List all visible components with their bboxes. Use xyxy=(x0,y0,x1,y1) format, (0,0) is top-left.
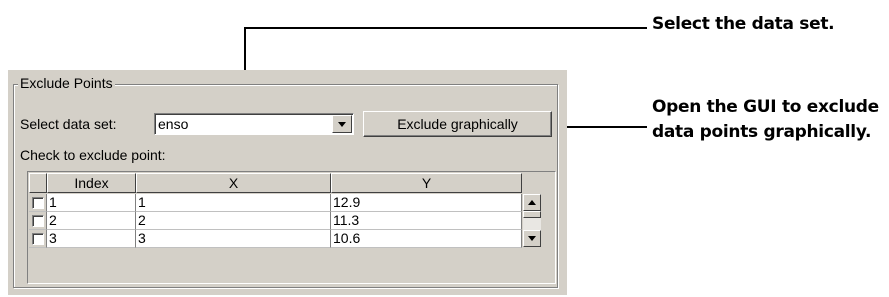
header-index[interactable]: Index xyxy=(47,173,136,193)
header-checkbox-column xyxy=(29,173,47,193)
cell-index[interactable]: 2 xyxy=(47,212,136,230)
chevron-down-icon xyxy=(338,122,346,127)
row-checkbox-cell xyxy=(29,230,47,248)
cell-y[interactable]: 11.3 xyxy=(331,212,522,230)
dataset-select-value: enso xyxy=(158,116,189,132)
row-checkbox-cell xyxy=(29,194,47,212)
exclude-checkbox[interactable] xyxy=(32,233,44,245)
table-vertical-scrollbar[interactable] xyxy=(523,194,541,247)
callout-line-horizontal-top xyxy=(244,27,647,29)
exclude-graphically-button[interactable]: Exclude graphically xyxy=(363,111,552,137)
cell-x[interactable]: 3 xyxy=(136,230,331,248)
arrow-up-icon xyxy=(528,200,536,205)
cell-index[interactable]: 3 xyxy=(47,230,136,248)
scroll-down-button[interactable] xyxy=(523,230,541,247)
callout-select-dataset: Select the data set. xyxy=(652,14,835,34)
exclude-checkbox[interactable] xyxy=(32,215,44,227)
arrow-down-icon xyxy=(528,236,536,241)
table-row: 3 3 10.6 xyxy=(29,230,522,248)
cell-y[interactable]: 12.9 xyxy=(331,194,522,212)
table-row: 2 2 11.3 xyxy=(29,212,522,230)
scroll-up-button[interactable] xyxy=(523,194,541,211)
exclude-checkbox[interactable] xyxy=(32,197,44,209)
exclude-points-table: Index X Y 1 1 12.9 2 2 11.3 3 3 10.6 xyxy=(27,171,556,284)
row-checkbox-cell xyxy=(29,212,47,230)
callout-line-horizontal-button xyxy=(554,126,647,128)
exclude-points-panel: Exclude Points Select data set: enso Exc… xyxy=(8,70,567,295)
cell-y[interactable]: 10.6 xyxy=(331,230,522,248)
cell-x[interactable]: 1 xyxy=(136,194,331,212)
cell-index[interactable]: 1 xyxy=(47,194,136,212)
cell-x[interactable]: 2 xyxy=(136,212,331,230)
group-title: Exclude Points xyxy=(18,75,115,91)
callout-open-gui-line2: data points graphically. xyxy=(652,122,872,142)
scroll-thumb[interactable] xyxy=(523,211,541,218)
table-row: 1 1 12.9 xyxy=(29,194,522,212)
select-dataset-label: Select data set: xyxy=(20,116,117,132)
dataset-select[interactable]: enso xyxy=(154,113,354,135)
table-caption: Check to exclude point: xyxy=(20,147,166,163)
header-x[interactable]: X xyxy=(136,173,331,193)
dataset-dropdown-button[interactable] xyxy=(332,115,352,133)
header-y[interactable]: Y xyxy=(331,173,522,193)
callout-open-gui-line1: Open the GUI to exclude xyxy=(652,97,879,117)
